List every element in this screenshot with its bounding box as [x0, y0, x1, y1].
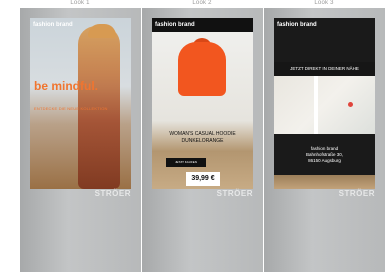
brand-logo: fashion brand: [152, 18, 253, 32]
grass-image: [274, 175, 375, 189]
product-name-line1: WOMAN'S CASUAL HOODIE: [169, 131, 236, 137]
shop-now-button[interactable]: JETZT KAUFEN: [166, 158, 206, 167]
address-city: 86150 Augsburg: [308, 158, 341, 163]
map-road: [314, 76, 318, 134]
screen-look-1[interactable]: fashion brand be mindful. ENTDECKE DIE N…: [30, 18, 131, 189]
look-2-label: Look 2: [192, 0, 212, 6]
subline: ENTDECKE DIE NEUE KOLLEKTION: [34, 106, 108, 111]
stele-look-1: fashion brand be mindful. ENTDECKE DIE N…: [20, 8, 141, 272]
headline: JETZT DIREKT IN DEINER NÄHE: [274, 62, 375, 76]
brand-logo: fashion brand: [33, 22, 73, 28]
hoodie-image: [178, 42, 226, 96]
screen-look-2[interactable]: fashion brand WOMAN'S CASUAL HOODIE DUNK…: [152, 18, 253, 189]
look-3-label: Look 3: [314, 0, 334, 6]
look-1-label: Look 1: [70, 0, 90, 6]
product-name: WOMAN'S CASUAL HOODIE DUNKELORANGE: [152, 131, 253, 145]
product-name-line2: DUNKELORANGE: [181, 138, 224, 144]
headline: be mindful.: [34, 79, 98, 93]
stele-look-3: fashion brand JETZT DIREKT IN DEINER NÄH…: [264, 8, 385, 272]
stroer-logo: STRÖER: [216, 189, 253, 198]
price-tag: 39,99 €: [186, 172, 220, 186]
screen-look-3[interactable]: fashion brand JETZT DIREKT IN DEINER NÄH…: [274, 18, 375, 189]
stroer-logo: STRÖER: [94, 189, 131, 198]
location-pin-icon[interactable]: [348, 102, 353, 107]
stroer-logo: STRÖER: [338, 189, 375, 198]
store-address: fashion brand Bahnhofstraße 30, 86150 Au…: [274, 146, 375, 164]
brand-logo: fashion brand: [274, 18, 375, 32]
map-view[interactable]: [274, 76, 375, 134]
stele-look-2: fashion brand WOMAN'S CASUAL HOODIE DUNK…: [142, 8, 263, 272]
